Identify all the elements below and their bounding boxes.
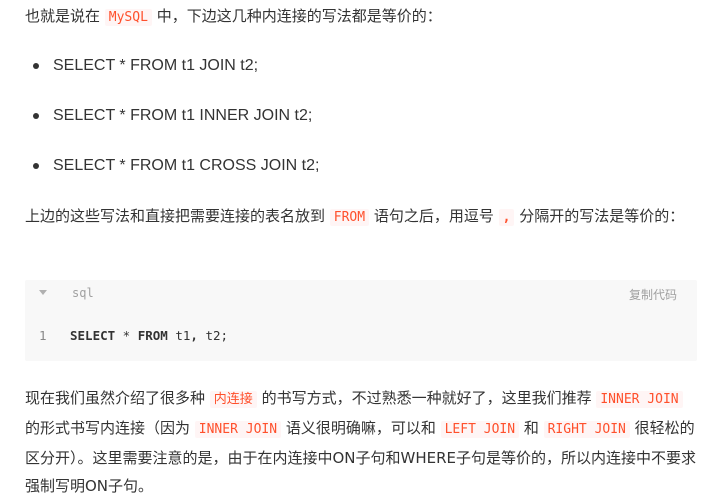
inline-code-inner-join-2: INNER JOIN xyxy=(194,421,282,438)
inline-code-mysql: MySQL xyxy=(104,9,152,26)
keyword-select: SELECT xyxy=(70,328,116,343)
code-line: 1 SELECT * FROM t1, t2; xyxy=(25,326,228,346)
inline-code-comma: , xyxy=(498,209,515,226)
code-block: sql 复制代码 1 SELECT * FROM t1, t2; xyxy=(25,280,697,361)
list-item: SELECT * FROM t1 JOIN t2; xyxy=(33,50,693,100)
inline-code-from: FROM xyxy=(329,209,370,226)
inline-code-inner-join-cn: 内连接 xyxy=(209,391,257,408)
join-syntax-list: SELECT * FROM t1 JOIN t2; SELECT * FROM … xyxy=(33,50,693,200)
list-item: SELECT * FROM t1 INNER JOIN t2; xyxy=(33,100,693,150)
line-number: 1 xyxy=(39,328,47,343)
inline-code-inner-join: INNER JOIN xyxy=(596,391,683,408)
intro-paragraph: 也就是说在 MySQL 中，下边这几种内连接的写法都是等价的： xyxy=(25,7,442,26)
code-language-label: sql xyxy=(72,286,94,300)
bullet-icon xyxy=(33,113,39,119)
bullet-icon xyxy=(33,163,39,169)
inline-code-left-join: LEFT JOIN xyxy=(440,421,520,438)
collapse-chevron-icon[interactable] xyxy=(39,290,47,295)
code-block-header: sql 复制代码 xyxy=(25,280,697,308)
keyword-from: FROM xyxy=(137,328,168,343)
inline-code-right-join: RIGHT JOIN xyxy=(543,421,630,438)
comma-join-paragraph: 上边的这些写法和直接把需要连接的表名放到 FROM 语句之后，用逗号 , 分隔开… xyxy=(25,207,685,226)
list-item: SELECT * FROM t1 CROSS JOIN t2; xyxy=(33,150,693,200)
recommendation-paragraph: 现在我们虽然介绍了很多种 内连接 的书写方式，不过熟悉一种就好了，这里我们推荐 … xyxy=(25,389,697,495)
bullet-icon xyxy=(33,63,39,69)
copy-code-button[interactable]: 复制代码 xyxy=(629,286,677,303)
